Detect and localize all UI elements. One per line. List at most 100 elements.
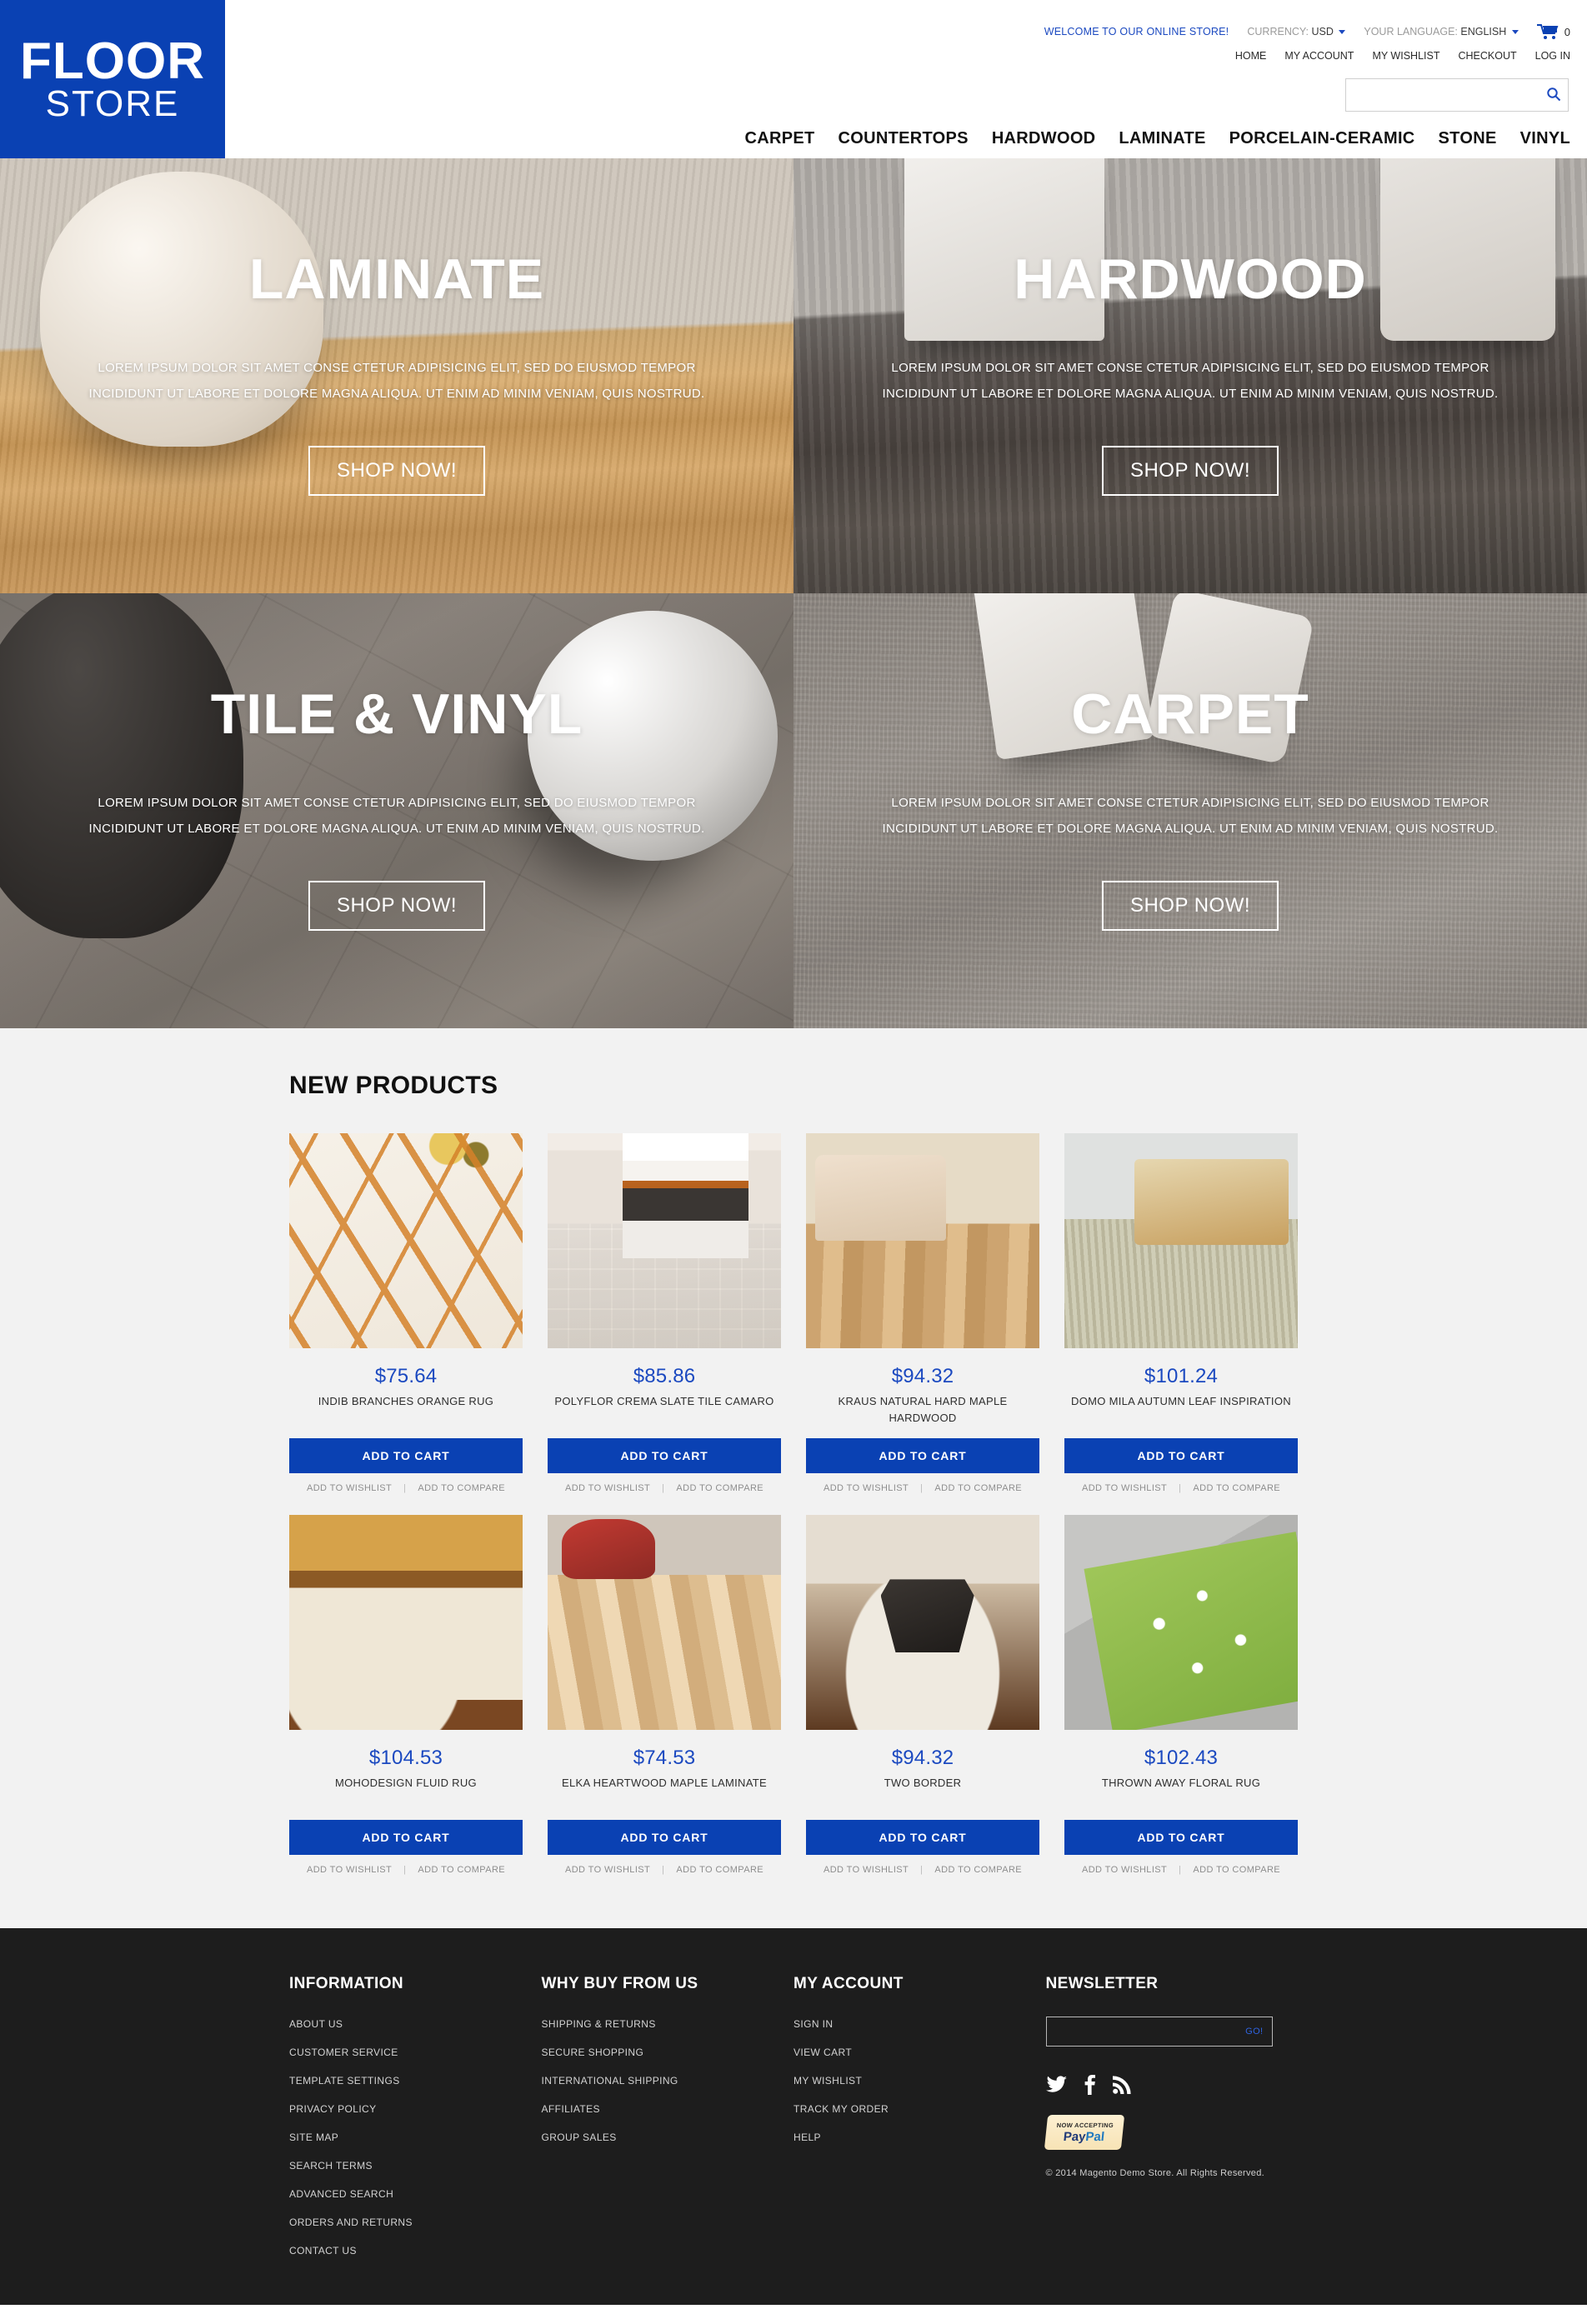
mini-cart[interactable]: 0 [1536, 23, 1570, 40]
product-name[interactable]: ELKA HEARTWOOD MAPLE LAMINATE [548, 1775, 781, 1808]
banner-laminate[interactable]: LAMINATE LOREM IPSUM DOLOR SIT AMET CONS… [0, 158, 794, 593]
product-image[interactable] [548, 1515, 781, 1730]
add-to-wishlist-link[interactable]: ADD TO WISHLIST [565, 1865, 650, 1875]
footer-link-my-wishlist[interactable]: MY WISHLIST [794, 2075, 862, 2087]
nav-item-carpet[interactable]: CARPET [745, 129, 815, 148]
footer-link-sign-in[interactable]: SIGN IN [794, 2018, 833, 2030]
add-to-wishlist-link[interactable]: ADD TO WISHLIST [824, 1483, 909, 1493]
footer-heading: WHY BUY FROM US [541, 1975, 698, 1992]
add-to-cart-button[interactable]: ADD TO CART [289, 1438, 523, 1473]
product-image[interactable] [289, 1515, 523, 1730]
banner-shop-now-button[interactable]: SHOP NOW! [1101, 445, 1279, 496]
new-products-section: NEW PRODUCTS $75.64 INDIB BRANCHES ORANG… [0, 1028, 1587, 1928]
paypal-badge[interactable]: NOW ACCEPTING PayPal [1044, 2115, 1124, 2150]
add-to-cart-button[interactable]: ADD TO CART [548, 1820, 781, 1855]
add-to-wishlist-link[interactable]: ADD TO WISHLIST [307, 1865, 392, 1875]
nav-item-hardwood[interactable]: HARDWOOD [992, 129, 1096, 148]
product-image[interactable] [289, 1133, 523, 1348]
footer-link-about-us[interactable]: ABOUT US [289, 2018, 343, 2030]
footer-link-help[interactable]: HELP [794, 2132, 821, 2143]
banner-tile-vinyl[interactable]: TILE & VINYL LOREM IPSUM DOLOR SIT AMET … [0, 593, 794, 1028]
footer-link-international-shipping[interactable]: INTERNATIONAL SHIPPING [542, 2075, 678, 2087]
paypal-pay-text: Pay [1062, 2130, 1086, 2144]
account-link-my-account[interactable]: MY ACCOUNT [1284, 50, 1354, 62]
footer-link-site-map[interactable]: SITE MAP [289, 2132, 338, 2143]
add-to-wishlist-link[interactable]: ADD TO WISHLIST [565, 1483, 650, 1493]
twitter-icon[interactable] [1045, 2076, 1068, 2094]
add-to-cart-button[interactable]: ADD TO CART [1064, 1438, 1298, 1473]
product-name[interactable]: INDIB BRANCHES ORANGE RUG [289, 1393, 523, 1427]
footer-link-contact-us[interactable]: CONTACT US [289, 2245, 357, 2257]
add-to-compare-link[interactable]: ADD TO COMPARE [934, 1483, 1022, 1493]
currency-switcher[interactable]: CURRENCY: USD [1247, 26, 1346, 37]
add-to-compare-link[interactable]: ADD TO COMPARE [676, 1483, 763, 1493]
product-image[interactable] [548, 1133, 781, 1348]
product-name[interactable]: POLYFLOR CREMA SLATE TILE CAMARO [548, 1393, 781, 1427]
product-image[interactable] [806, 1515, 1039, 1730]
product-name[interactable]: DOMO MILA AUTUMN LEAF INSPIRATION [1064, 1393, 1298, 1427]
add-to-compare-link[interactable]: ADD TO COMPARE [418, 1483, 505, 1493]
footer-link-track-my-order[interactable]: TRACK MY ORDER [794, 2103, 889, 2115]
banner-hardwood[interactable]: HARDWOOD LOREM IPSUM DOLOR SIT AMET CONS… [794, 158, 1587, 593]
banner-shop-now-button[interactable]: SHOP NOW! [308, 880, 486, 931]
add-to-cart-button[interactable]: ADD TO CART [548, 1438, 781, 1473]
add-to-cart-button[interactable]: ADD TO CART [806, 1820, 1039, 1855]
account-link-my-wishlist[interactable]: MY WISHLIST [1372, 50, 1439, 62]
banner-shop-now-button[interactable]: SHOP NOW! [1101, 880, 1279, 931]
footer-link-template-settings[interactable]: TEMPLATE SETTINGS [289, 2075, 400, 2087]
add-to-wishlist-link[interactable]: ADD TO WISHLIST [307, 1483, 392, 1493]
footer-link-orders-and-returns[interactable]: ORDERS AND RETURNS [289, 2217, 413, 2228]
footer-link-view-cart[interactable]: VIEW CART [794, 2047, 852, 2058]
footer-link-search-terms[interactable]: SEARCH TERMS [289, 2160, 373, 2172]
add-to-compare-link[interactable]: ADD TO COMPARE [1193, 1483, 1280, 1493]
product-name[interactable]: KRAUS NATURAL HARD MAPLE HARDWOOD [806, 1393, 1039, 1427]
site-logo[interactable]: FLOOR STORE [0, 0, 225, 158]
nav-item-stone[interactable]: STONE [1439, 129, 1497, 148]
nav-item-vinyl[interactable]: VINYL [1520, 129, 1570, 148]
newsletter-email-input[interactable] [1046, 2017, 1246, 2046]
footer-heading: MY ACCOUNT [794, 1975, 904, 1992]
account-link-checkout[interactable]: CHECKOUT [1458, 50, 1516, 62]
account-link-home[interactable]: HOME [1235, 50, 1267, 62]
product-name[interactable]: THROWN AWAY FLORAL RUG [1064, 1775, 1298, 1808]
nav-item-countertops[interactable]: COUNTERTOPS [839, 129, 969, 148]
language-switcher[interactable]: YOUR LANGUAGE: ENGLISH [1364, 26, 1519, 37]
product-grid: $75.64 INDIB BRANCHES ORANGE RUG ADD TO … [289, 1133, 1298, 1875]
newsletter-submit-button[interactable]: GO! [1245, 2027, 1271, 2037]
account-link-log-in[interactable]: LOG IN [1535, 50, 1570, 62]
product-price: $94.32 [891, 1747, 954, 1769]
footer-link-shipping-returns[interactable]: SHIPPING & RETURNS [542, 2018, 656, 2030]
product-image[interactable] [1064, 1133, 1298, 1348]
add-to-wishlist-link[interactable]: ADD TO WISHLIST [1082, 1865, 1167, 1875]
banner-shop-now-button[interactable]: SHOP NOW! [308, 445, 486, 496]
product-image[interactable] [806, 1133, 1039, 1348]
footer-link-group-sales[interactable]: GROUP SALES [542, 2132, 617, 2143]
add-to-compare-link[interactable]: ADD TO COMPARE [676, 1865, 763, 1875]
add-to-compare-link[interactable]: ADD TO COMPARE [418, 1865, 505, 1875]
product-image[interactable] [1064, 1515, 1298, 1730]
nav-item-laminate[interactable]: LAMINATE [1119, 129, 1205, 148]
search-button[interactable] [1539, 79, 1568, 111]
add-to-wishlist-link[interactable]: ADD TO WISHLIST [824, 1865, 909, 1875]
footer-link-customer-service[interactable]: CUSTOMER SERVICE [289, 2047, 398, 2058]
add-to-cart-button[interactable]: ADD TO CART [289, 1820, 523, 1855]
add-to-compare-link[interactable]: ADD TO COMPARE [934, 1865, 1022, 1875]
footer-link-advanced-search[interactable]: ADVANCED SEARCH [289, 2188, 393, 2200]
add-to-cart-button[interactable]: ADD TO CART [806, 1438, 1039, 1473]
add-to-compare-link[interactable]: ADD TO COMPARE [1193, 1865, 1280, 1875]
add-to-wishlist-link[interactable]: ADD TO WISHLIST [1082, 1483, 1167, 1493]
facebook-icon[interactable] [1084, 2075, 1096, 2095]
footer-link-secure-shopping[interactable]: SECURE SHOPPING [542, 2047, 644, 2058]
footer-link-affiliates[interactable]: AFFILIATES [542, 2103, 600, 2115]
add-to-cart-button[interactable]: ADD TO CART [1064, 1820, 1298, 1855]
product-secondary-links: ADD TO WISHLIST | ADD TO COMPARE [806, 1473, 1039, 1493]
product-name[interactable]: MOHODESIGN FLUID RUG [289, 1775, 523, 1808]
link-separator: | [920, 1483, 924, 1493]
footer-heading: NEWSLETTER [1045, 1975, 1159, 1992]
rss-icon[interactable] [1112, 2076, 1131, 2094]
footer-link-privacy-policy[interactable]: PRIVACY POLICY [289, 2103, 377, 2115]
search-input[interactable] [1346, 79, 1539, 111]
product-name[interactable]: TWO BORDER [806, 1775, 1039, 1808]
banner-carpet[interactable]: CARPET LOREM IPSUM DOLOR SIT AMET CONSE … [794, 593, 1587, 1028]
nav-item-porcelain-ceramic[interactable]: PORCELAIN-CERAMIC [1229, 129, 1415, 148]
